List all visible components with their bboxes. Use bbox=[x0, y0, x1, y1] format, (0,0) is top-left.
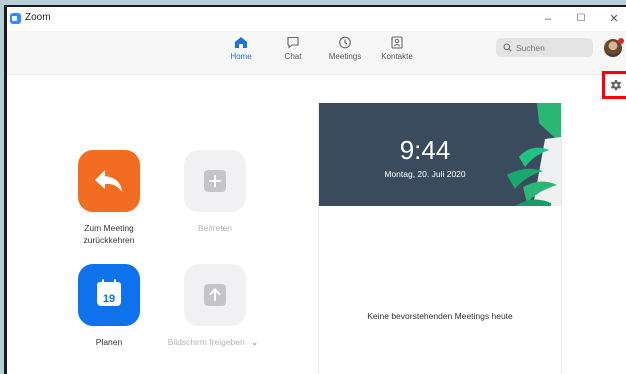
calendar-day: 19 bbox=[103, 293, 115, 305]
title-bar: Zoom – ☐ ✕ bbox=[7, 7, 626, 31]
search-input[interactable] bbox=[516, 38, 588, 57]
home-icon bbox=[235, 37, 247, 48]
chat-icon bbox=[287, 36, 299, 49]
current-time: 9:44 bbox=[399, 135, 451, 165]
rejoin-meeting-label: Zum Meeting zurückkehren bbox=[49, 222, 169, 246]
zoom-window: Zoom – ☐ ✕ Home Chat Meetings Kontakte S… bbox=[7, 7, 626, 374]
upcoming-meetings-card: 9:44 Montag, 20. Juli 2020 Keine bevorst… bbox=[318, 103, 562, 374]
plus-icon bbox=[204, 170, 226, 192]
contacts-icon bbox=[391, 36, 403, 49]
return-arrow-icon bbox=[95, 170, 122, 192]
rejoin-label-line1: Zum Meeting bbox=[84, 223, 134, 233]
search-icon bbox=[503, 43, 512, 52]
share-dropdown-chevron-icon[interactable]: ⌄ bbox=[251, 337, 258, 347]
tab-contacts[interactable]: Kontakte bbox=[372, 36, 422, 61]
close-button[interactable]: ✕ bbox=[603, 10, 625, 28]
tab-meetings-label: Meetings bbox=[328, 52, 362, 61]
tab-home[interactable]: Home bbox=[216, 36, 266, 61]
join-button[interactable] bbox=[184, 150, 246, 212]
maximize-button[interactable]: ☐ bbox=[570, 10, 592, 28]
join-label: Beitreten bbox=[197, 223, 233, 233]
minimize-button[interactable]: – bbox=[537, 10, 559, 28]
schedule-button[interactable]: 19 bbox=[78, 264, 140, 326]
schedule-label: Planen bbox=[95, 337, 123, 347]
tab-home-label: Home bbox=[230, 52, 252, 61]
rejoin-label-line2: zurückkehren bbox=[83, 235, 135, 245]
tab-contacts-label: Kontakte bbox=[381, 52, 413, 61]
share-screen-button[interactable] bbox=[184, 264, 246, 326]
zoom-logo-icon bbox=[10, 13, 21, 24]
no-meetings-message: Keine bevorstehenden Meetings heute bbox=[367, 311, 513, 321]
clock-icon bbox=[339, 36, 351, 49]
calendar-icon: 19 bbox=[97, 279, 121, 306]
share-screen-label: Bildschirm freigeben ⌄ bbox=[153, 336, 273, 348]
share-screen-label-text: Bildschirm freigeben bbox=[167, 337, 245, 347]
tab-chat[interactable]: Chat bbox=[268, 36, 318, 61]
search-box[interactable] bbox=[496, 38, 593, 57]
window-title: Zoom bbox=[25, 12, 51, 23]
card-header: 9:44 Montag, 20. Juli 2020 bbox=[319, 103, 561, 206]
gear-icon[interactable] bbox=[610, 79, 622, 91]
rejoin-meeting-button[interactable] bbox=[78, 150, 140, 212]
notification-dot bbox=[618, 38, 624, 44]
tab-meetings[interactable]: Meetings bbox=[320, 36, 370, 61]
current-date: Montag, 20. Juli 2020 bbox=[384, 169, 466, 179]
upload-arrow-icon bbox=[204, 284, 226, 306]
tab-chat-label: Chat bbox=[284, 52, 302, 61]
